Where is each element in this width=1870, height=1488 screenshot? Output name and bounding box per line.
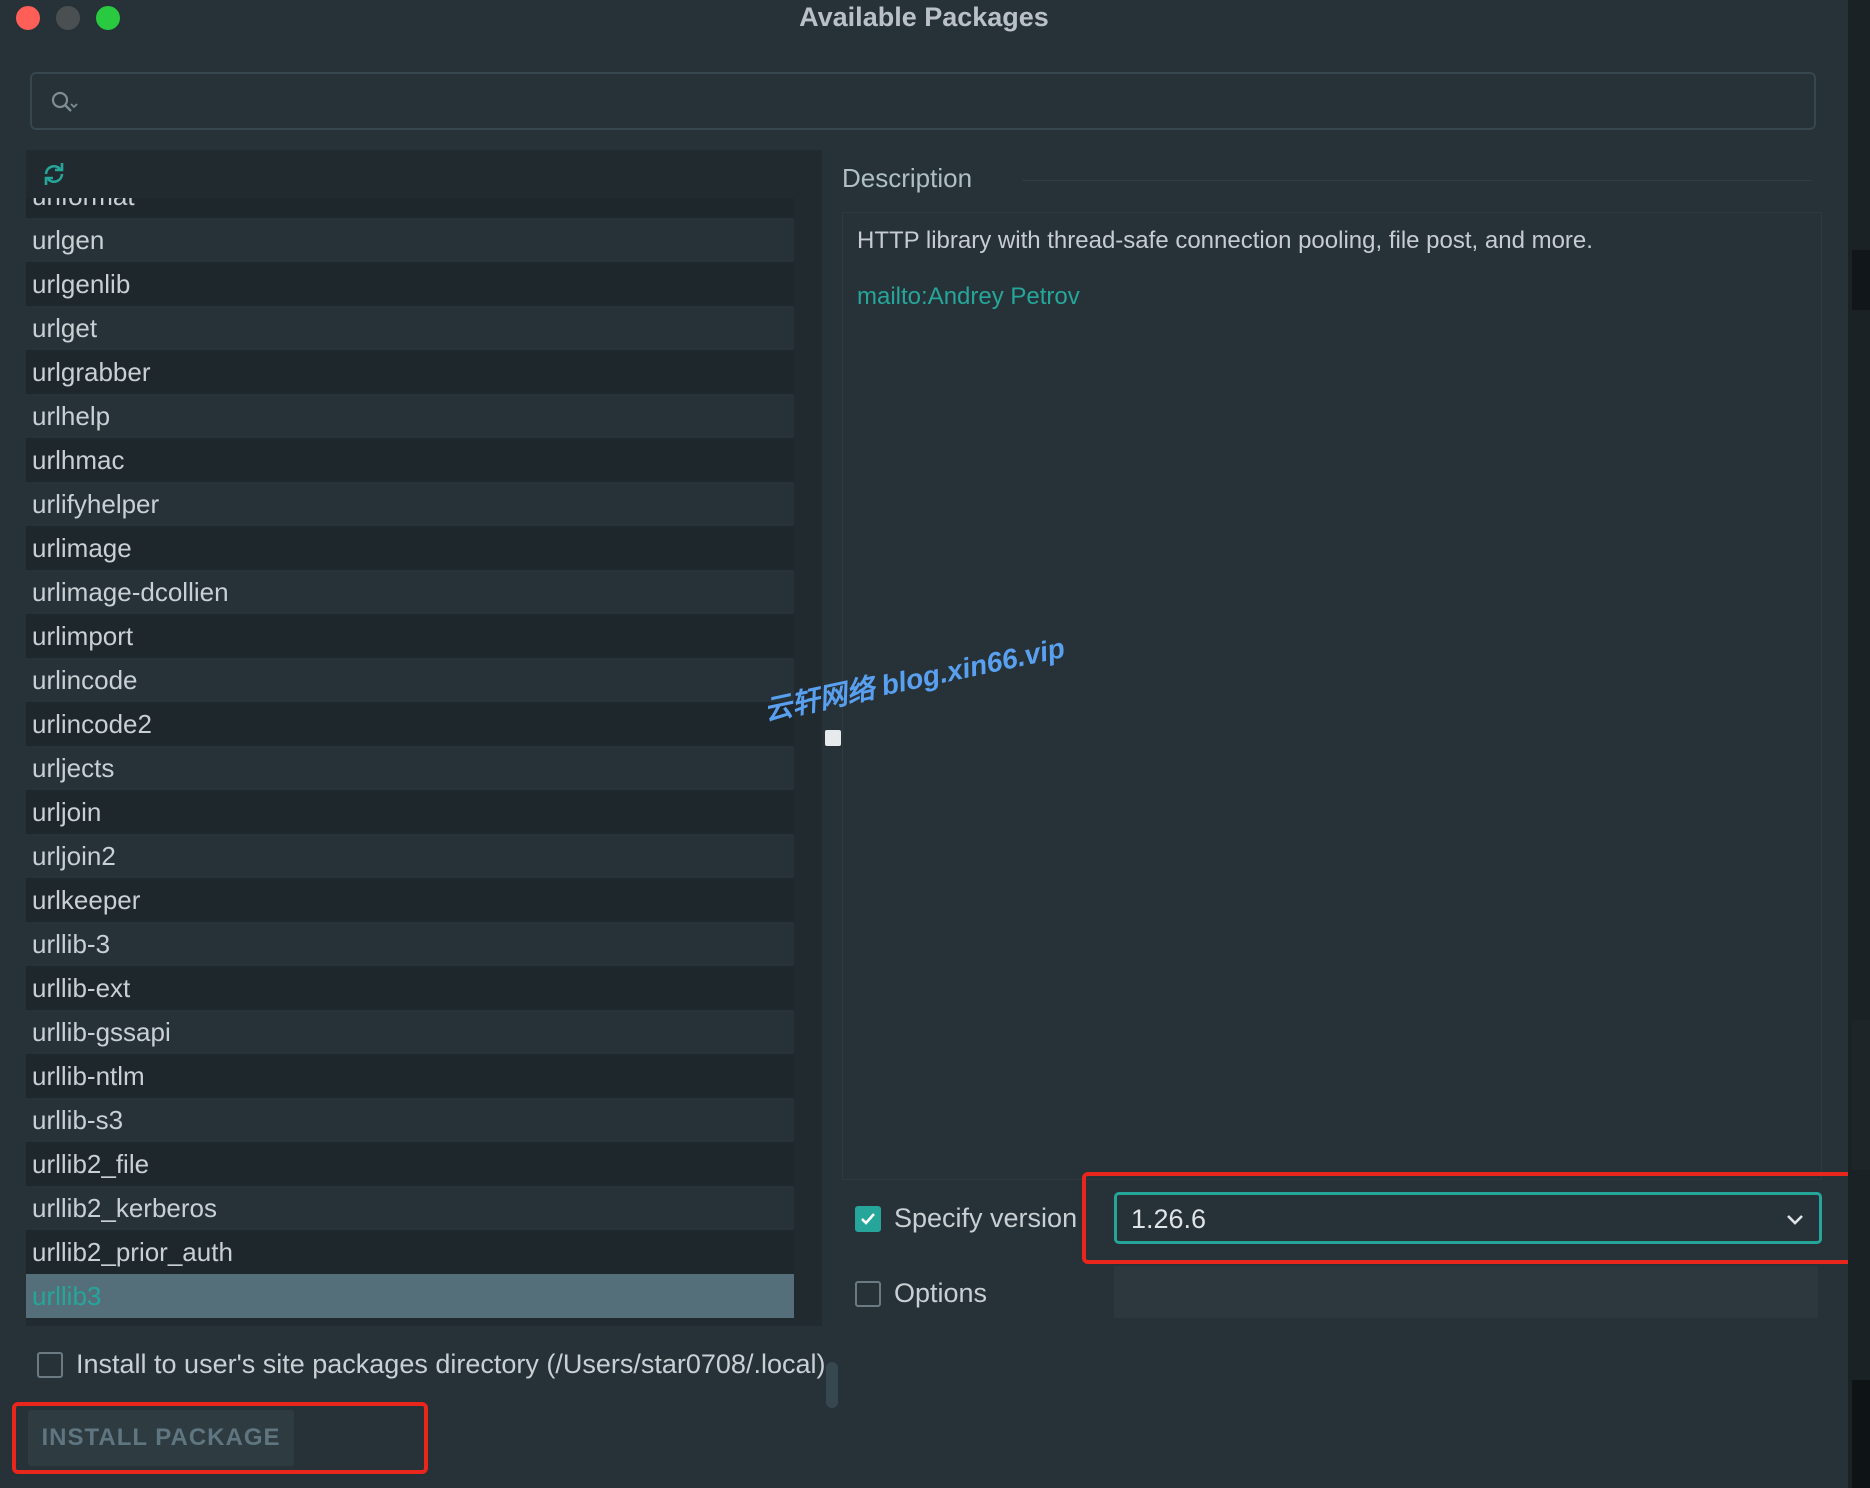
package-row[interactable]: urlincode <box>26 658 794 702</box>
package-row[interactable]: urlhmac <box>26 438 794 482</box>
package-row[interactable]: urllib-gssapi <box>26 1010 794 1054</box>
package-row[interactable]: urllib-ntlm <box>26 1054 794 1098</box>
package-row[interactable]: urljoin <box>26 790 794 834</box>
list-scrollbar[interactable] <box>826 1362 838 1408</box>
package-row[interactable]: urljoin2 <box>26 834 794 878</box>
package-row-selected[interactable]: urllib3 <box>26 1274 794 1318</box>
package-row[interactable]: urlimport <box>26 614 794 658</box>
background-window-edge <box>1848 0 1870 1488</box>
version-highlight-box <box>1082 1172 1856 1264</box>
package-row[interactable]: urlimage-dcollien <box>26 570 794 614</box>
author-link[interactable]: mailto:Andrey Petrov <box>857 283 1080 311</box>
package-row[interactable]: urlkeeper <box>26 878 794 922</box>
description-panel: HTTP library with thread-safe connection… <box>842 212 1822 1180</box>
package-row[interactable]: urlimage <box>26 526 794 570</box>
edge-mark <box>1852 1020 1870 1170</box>
package-row[interactable]: urllib-ext <box>26 966 794 1010</box>
package-row[interactable]: urlgen <box>26 218 794 262</box>
edge-mark <box>1852 250 1870 310</box>
install-highlight-box <box>12 1402 428 1474</box>
specify-version-label: Specify version <box>894 1203 1078 1233</box>
checkmark-icon <box>861 1213 875 1225</box>
description-divider <box>1022 180 1812 181</box>
package-row[interactable]: urllib-3 <box>26 922 794 966</box>
search-icon <box>51 91 78 112</box>
package-row[interactable]: urlgrabber <box>26 350 794 394</box>
package-row[interactable]: urllib2_kerberos <box>26 1186 794 1230</box>
panel-splitter-handle[interactable] <box>825 730 841 746</box>
refresh-icon[interactable] <box>40 160 68 188</box>
package-list-panel: urlformaturlgenurlgenliburlgeturlgrabber… <box>26 150 838 1408</box>
options-input[interactable] <box>1114 1266 1818 1318</box>
package-row[interactable]: urlifyhelper <box>26 482 794 526</box>
package-row[interactable]: urllib2_prior_auth <box>26 1230 794 1274</box>
package-row[interactable]: urlgenlib <box>26 262 794 306</box>
install-to-user-checkbox[interactable] <box>37 1352 63 1378</box>
package-row[interactable]: urlincode2 <box>26 702 794 746</box>
package-row[interactable]: urllib-s3 <box>26 1098 794 1142</box>
description-text: HTTP library with thread-safe connection… <box>857 227 1593 254</box>
package-row[interactable]: urljects <box>26 746 794 790</box>
options-checkbox[interactable] <box>855 1281 881 1307</box>
install-to-user-label: Install to user's site packages director… <box>76 1349 826 1379</box>
window-title: Available Packages <box>799 2 1049 32</box>
package-row[interactable]: urlhelp <box>26 394 794 438</box>
search-input[interactable] <box>30 72 1816 130</box>
package-list[interactable]: urlformaturlgenurlgenliburlgeturlgrabber… <box>26 198 794 1326</box>
package-row[interactable]: urlformat <box>26 198 794 218</box>
title-bar: Available Packages <box>0 0 1848 36</box>
options-label: Options <box>894 1278 988 1308</box>
package-row[interactable]: urlget <box>26 306 794 350</box>
package-row[interactable]: urllib2_file <box>26 1142 794 1186</box>
edge-mark <box>1852 1380 1870 1488</box>
specify-version-checkbox[interactable] <box>855 1206 881 1232</box>
available-packages-dialog: Available Packages urlformaturlgenurlgen… <box>0 0 1856 1488</box>
description-title: Description <box>842 163 973 193</box>
